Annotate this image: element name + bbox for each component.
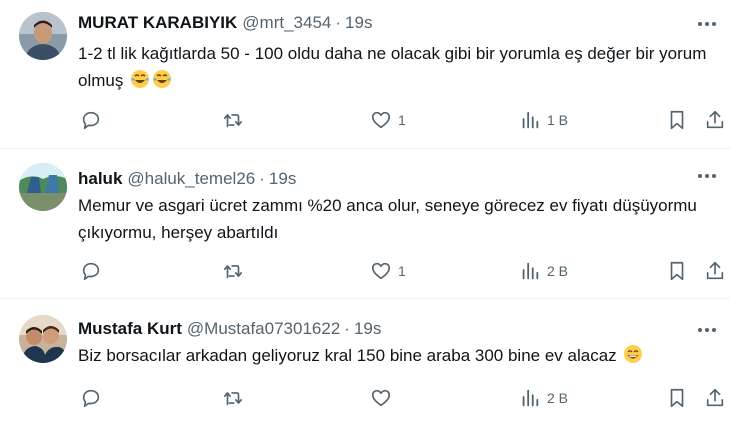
retweet-button[interactable] bbox=[222, 259, 244, 283]
tweet-header: Mustafa Kurt @Mustafa07301622 · 19s bbox=[78, 318, 650, 340]
separator-dot: · bbox=[335, 13, 342, 32]
share-icon bbox=[706, 388, 724, 407]
display-name[interactable]: Mustafa Kurt bbox=[78, 319, 182, 338]
tweet-actions: 1 2 B bbox=[78, 259, 724, 283]
face-with-tears-of-joy-icon bbox=[131, 70, 150, 88]
tweet-text-content: Memur ve asgari ücret zammı %20 anca olu… bbox=[78, 196, 697, 242]
views-chart-icon bbox=[522, 389, 539, 407]
more-horizontal-icon[interactable] bbox=[692, 13, 722, 35]
views-chart-icon bbox=[522, 111, 539, 129]
reply-button[interactable] bbox=[80, 386, 102, 410]
reply-icon bbox=[82, 111, 100, 130]
views-button[interactable]: 2 B bbox=[519, 259, 568, 283]
more-horizontal-icon[interactable] bbox=[692, 165, 722, 187]
tweet[interactable]: MURAT KARABIYIK @mrt_3454 · 19s 1-2 tl lik … bbox=[0, 0, 730, 148]
bookmark-button[interactable] bbox=[666, 108, 688, 132]
bookmark-button[interactable] bbox=[666, 259, 688, 283]
separator-dot: · bbox=[259, 169, 265, 188]
views-chart-icon bbox=[522, 262, 539, 280]
heart-icon bbox=[371, 111, 391, 129]
tweet-text-content: 1-2 tl lik kağıtlarda 50 - 100 oldu daha… bbox=[78, 44, 707, 90]
heart-icon bbox=[371, 389, 391, 407]
timestamp[interactable]: 19s bbox=[269, 169, 296, 188]
reply-icon bbox=[82, 389, 100, 408]
views-count: 2 B bbox=[547, 263, 569, 279]
like-count: 1 bbox=[398, 263, 406, 279]
tweet[interactable]: haluk @haluk_temel26 · 19s Memur ve asgari … bbox=[0, 148, 730, 299]
retweet-icon bbox=[223, 265, 243, 279]
views-button[interactable]: 1 B bbox=[519, 108, 568, 132]
avatar[interactable] bbox=[19, 315, 67, 363]
user-handle[interactable]: @haluk_temel26 bbox=[127, 169, 255, 188]
timestamp[interactable]: 19s bbox=[345, 13, 372, 32]
share-button[interactable] bbox=[704, 259, 726, 283]
tweet-header: haluk @haluk_temel26 · 19s bbox=[78, 168, 650, 190]
views-count: 1 B bbox=[547, 112, 569, 128]
tweet-actions: 2 B bbox=[78, 386, 724, 410]
heart-icon bbox=[371, 262, 391, 280]
tweet-actions: 1 1 B bbox=[78, 108, 724, 132]
share-button[interactable] bbox=[704, 386, 726, 410]
retweet-button[interactable] bbox=[222, 108, 244, 132]
tweet-text: 1-2 tl lik kağıtlarda 50 - 100 oldu daha… bbox=[78, 40, 714, 94]
tweet-text: Biz borsacılar arkadan geliyoruz kral 15… bbox=[78, 342, 714, 369]
avatar[interactable] bbox=[19, 163, 67, 211]
share-icon bbox=[706, 110, 724, 129]
share-button[interactable] bbox=[704, 108, 726, 132]
share-icon bbox=[706, 261, 724, 280]
like-count: 1 bbox=[398, 112, 406, 128]
more-horizontal-icon[interactable] bbox=[692, 319, 722, 341]
bookmark-icon bbox=[670, 261, 684, 281]
tweet-header: MURAT KARABIYIK @mrt_3454 · 19s bbox=[78, 12, 650, 34]
reply-button[interactable] bbox=[80, 259, 102, 283]
avatar[interactable] bbox=[19, 12, 67, 60]
like-button[interactable] bbox=[370, 386, 392, 410]
display-name[interactable]: haluk bbox=[78, 169, 122, 188]
display-name[interactable]: MURAT KARABIYIK bbox=[78, 13, 237, 32]
face-with-tears-of-joy-icon bbox=[153, 70, 172, 88]
bookmark-icon bbox=[670, 388, 684, 408]
like-button[interactable]: 1 bbox=[370, 259, 406, 283]
views-count: 2 B bbox=[547, 390, 569, 406]
reply-feed: MURAT KARABIYIK @mrt_3454 · 19s 1-2 tl lik … bbox=[0, 0, 730, 420]
user-handle[interactable]: @mrt_3454 bbox=[242, 13, 331, 32]
grinning-face-with-smiling-eyes-icon bbox=[624, 345, 643, 363]
tweet[interactable]: Mustafa Kurt @Mustafa07301622 · 19s Biz bor… bbox=[0, 298, 730, 421]
separator-dot: · bbox=[344, 319, 350, 338]
retweet-icon bbox=[223, 114, 243, 128]
timestamp[interactable]: 19s bbox=[354, 319, 381, 338]
like-button[interactable]: 1 bbox=[370, 108, 406, 132]
user-handle[interactable]: @Mustafa07301622 bbox=[187, 319, 340, 338]
bookmark-button[interactable] bbox=[666, 386, 688, 410]
bookmark-icon bbox=[670, 110, 684, 130]
retweet-icon bbox=[223, 392, 243, 406]
tweet-text: Memur ve asgari ücret zammı %20 anca olu… bbox=[78, 192, 714, 246]
retweet-button[interactable] bbox=[222, 386, 244, 410]
reply-button[interactable] bbox=[80, 108, 102, 132]
views-button[interactable]: 2 B bbox=[519, 386, 568, 410]
reply-icon bbox=[82, 262, 100, 281]
tweet-text-content: Biz borsacılar arkadan geliyoruz kral 15… bbox=[78, 346, 617, 365]
